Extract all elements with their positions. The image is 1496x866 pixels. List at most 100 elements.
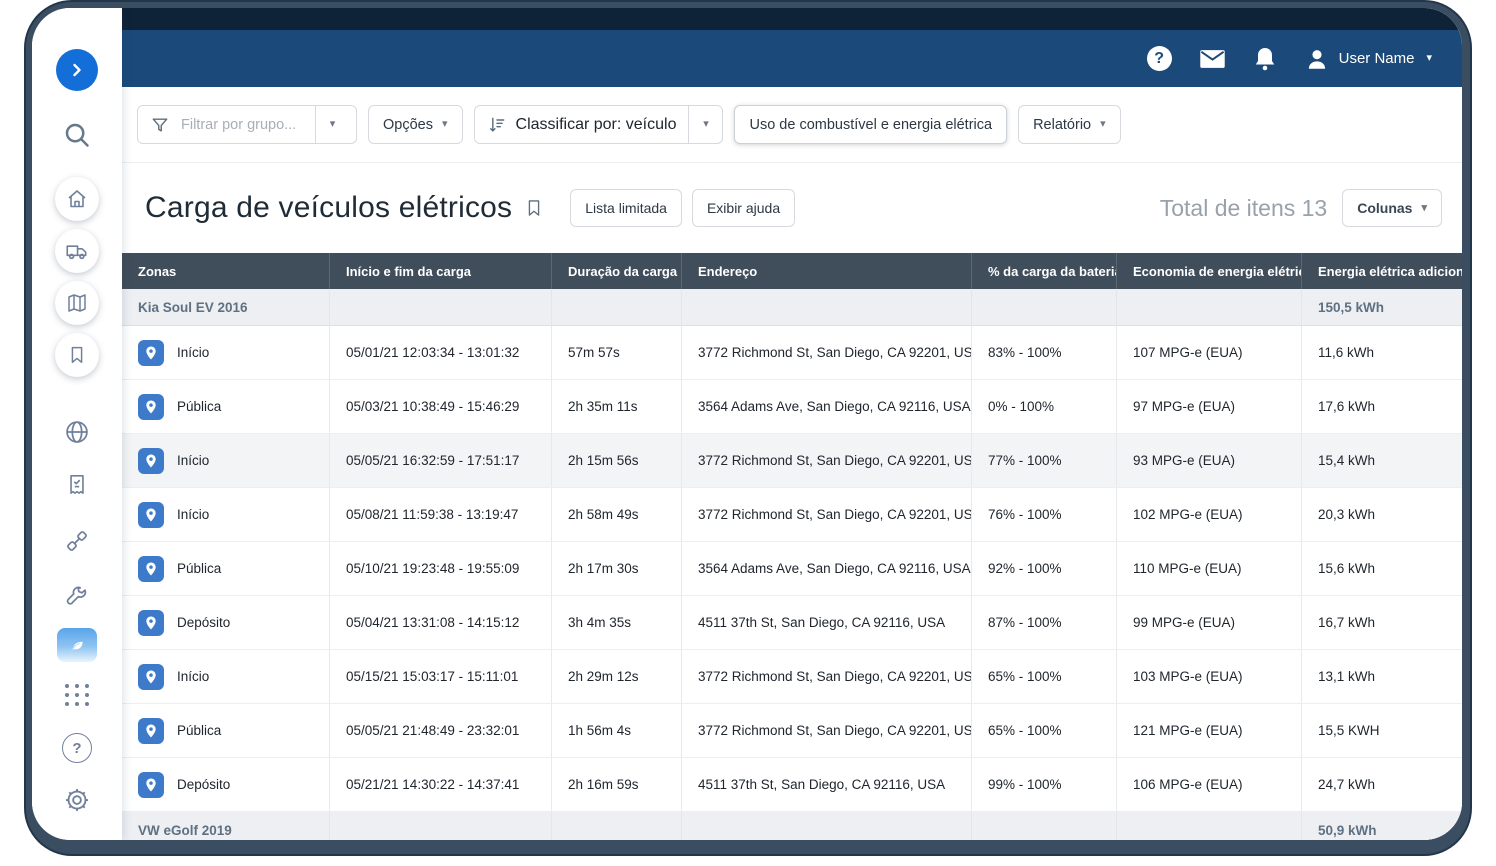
- home-icon: [65, 187, 89, 211]
- group-filter-caret[interactable]: ▾: [315, 106, 349, 143]
- address-cell: 3772 Richmond St, San Diego, CA 92201, U…: [682, 488, 972, 541]
- window-chrome-strip: [122, 8, 1462, 30]
- address-cell: 4511 37th St, San Diego, CA 92116, USA: [682, 758, 972, 811]
- messages-button[interactable]: [1199, 49, 1226, 69]
- main-area: ?: [122, 8, 1462, 840]
- table-row[interactable]: Início05/05/21 16:32:59 - 17:51:172h 15m…: [122, 434, 1462, 488]
- options-button[interactable]: Opções ▾: [368, 105, 463, 144]
- battery-percent-cell: 0% - 100%: [972, 380, 1117, 433]
- group-total-energy: 150,5 kWh: [1302, 289, 1462, 325]
- sidebar-item-bookmarks[interactable]: [55, 333, 99, 377]
- sidebar-item-sensors[interactable]: [63, 527, 91, 555]
- group-filter[interactable]: ▾: [137, 105, 357, 144]
- wrench-icon: [63, 582, 91, 610]
- column-header-3[interactable]: Endereço: [682, 253, 972, 289]
- energy-economy-cell: 110 MPG-e (EUA): [1117, 542, 1302, 595]
- zone-cell: Início: [122, 650, 330, 703]
- sidebar-item-vehicles[interactable]: [55, 229, 99, 273]
- address-cell: 3772 Richmond St, San Diego, CA 92201, U…: [682, 326, 972, 379]
- column-header-5[interactable]: Economia de energia elétrica: [1117, 253, 1302, 289]
- help-glyph: ?: [72, 740, 81, 757]
- search-icon[interactable]: [62, 120, 92, 150]
- table-row[interactable]: Início05/08/21 11:59:38 - 13:19:472h 58m…: [122, 488, 1462, 542]
- fuel-energy-usage-button[interactable]: Uso de combustível e energia elétrica: [734, 105, 1007, 144]
- zone-label: Início: [177, 345, 209, 360]
- report-label: Relatório: [1033, 117, 1091, 133]
- apps-grid-icon[interactable]: [62, 682, 92, 708]
- sort-caret[interactable]: ▾: [688, 106, 722, 143]
- columns-button[interactable]: Colunas ▾: [1342, 189, 1442, 227]
- table-row[interactable]: Depósito05/04/21 13:31:08 - 14:15:123h 4…: [122, 596, 1462, 650]
- energy-added-cell: 13,1 kWh: [1302, 650, 1462, 703]
- user-name: User Name: [1339, 50, 1415, 67]
- zone-cell: Pública: [122, 380, 330, 433]
- column-header-6[interactable]: Energia elétrica adicionada: [1302, 253, 1462, 289]
- sort-icon: [487, 115, 507, 135]
- sidebar-item-eco-active[interactable]: [57, 628, 97, 662]
- report-button[interactable]: Relatório ▾: [1018, 105, 1121, 144]
- help-button[interactable]: ?: [1147, 46, 1172, 71]
- column-header-2[interactable]: Duração da carga: [552, 253, 682, 289]
- column-header-0[interactable]: Zonas: [122, 253, 330, 289]
- link-connector-icon: [63, 527, 91, 555]
- energy-added-cell: 24,7 kWh: [1302, 758, 1462, 811]
- energy-economy-cell: 97 MPG-e (EUA): [1117, 380, 1302, 433]
- table-row[interactable]: Depósito05/21/21 14:30:22 - 14:37:412h 1…: [122, 758, 1462, 812]
- table-row[interactable]: Pública05/10/21 19:23:48 - 19:55:092h 17…: [122, 542, 1462, 596]
- address-cell: 3564 Adams Ave, San Diego, CA 92116, USA: [682, 542, 972, 595]
- group-spacer: [972, 289, 1117, 325]
- sidebar-item-tasks[interactable]: [64, 472, 90, 498]
- address-cell: 3772 Richmond St, San Diego, CA 92201, U…: [682, 704, 972, 757]
- charge-period-cell: 05/05/21 21:48:49 - 23:32:01: [330, 704, 552, 757]
- address-cell: 3564 Adams Ave, San Diego, CA 92116, USA: [682, 380, 972, 433]
- charge-duration-cell: 2h 16m 59s: [552, 758, 682, 811]
- notifications-button[interactable]: [1253, 46, 1277, 72]
- charge-duration-cell: 3h 4m 35s: [552, 596, 682, 649]
- sidebar-expand-button[interactable]: [56, 49, 98, 91]
- sidebar: ?: [32, 8, 122, 840]
- column-header-4[interactable]: % da carga da bateria: [972, 253, 1117, 289]
- group-filter-input[interactable]: [179, 116, 303, 134]
- table-row[interactable]: Início05/15/21 15:03:17 - 15:11:012h 29m…: [122, 650, 1462, 704]
- filter-icon: [150, 115, 170, 135]
- energy-economy-cell: 99 MPG-e (EUA): [1117, 596, 1302, 649]
- energy-added-cell: 17,6 kWh: [1302, 380, 1462, 433]
- limited-list-button[interactable]: Lista limitada: [570, 189, 682, 227]
- charge-duration-cell: 57m 57s: [552, 326, 682, 379]
- location-pin-icon: [138, 772, 164, 798]
- sort-control[interactable]: Classificar por: veículo ▾: [474, 105, 724, 144]
- sidebar-item-settings[interactable]: [62, 785, 92, 815]
- group-row: VW eGolf 201950,9 kWh: [122, 812, 1462, 840]
- sidebar-item-map[interactable]: [55, 281, 99, 325]
- envelope-icon: [1199, 49, 1226, 69]
- filter-toolbar: ▾ Opções ▾ Classificar por: veículo: [122, 87, 1462, 163]
- energy-economy-cell: 103 MPG-e (EUA): [1117, 650, 1302, 703]
- sidebar-help-button[interactable]: ?: [62, 733, 92, 763]
- energy-economy-cell: 106 MPG-e (EUA): [1117, 758, 1302, 811]
- favorite-bookmark-icon[interactable]: [524, 196, 544, 220]
- table-row[interactable]: Início05/01/21 12:03:34 - 13:01:3257m 57…: [122, 326, 1462, 380]
- charge-duration-cell: 1h 56m 4s: [552, 704, 682, 757]
- location-pin-icon: [138, 340, 164, 366]
- table-row[interactable]: Pública05/05/21 21:48:49 - 23:32:011h 56…: [122, 704, 1462, 758]
- column-header-1[interactable]: Início e fim da carga: [330, 253, 552, 289]
- charge-duration-cell: 2h 15m 56s: [552, 434, 682, 487]
- sidebar-item-home[interactable]: [55, 177, 99, 221]
- show-help-button[interactable]: Exibir ajuda: [692, 189, 795, 227]
- battery-percent-cell: 99% - 100%: [972, 758, 1117, 811]
- sidebar-item-web[interactable]: [63, 418, 91, 446]
- table-row[interactable]: Pública05/03/21 10:38:49 - 15:46:292h 35…: [122, 380, 1462, 434]
- sidebar-item-maintenance[interactable]: [63, 582, 91, 610]
- zone-label: Início: [177, 453, 209, 468]
- battery-percent-cell: 76% - 100%: [972, 488, 1117, 541]
- group-spacer: [330, 812, 552, 840]
- page-title: Carga de veículos elétricos: [145, 191, 512, 225]
- energy-economy-cell: 107 MPG-e (EUA): [1117, 326, 1302, 379]
- group-total-energy: 50,9 kWh: [1302, 812, 1462, 840]
- zone-cell: Pública: [122, 704, 330, 757]
- group-spacer: [552, 289, 682, 325]
- user-menu[interactable]: User Name ▾: [1304, 46, 1432, 72]
- map-icon: [65, 291, 89, 315]
- group-spacer: [972, 812, 1117, 840]
- zone-cell: Início: [122, 326, 330, 379]
